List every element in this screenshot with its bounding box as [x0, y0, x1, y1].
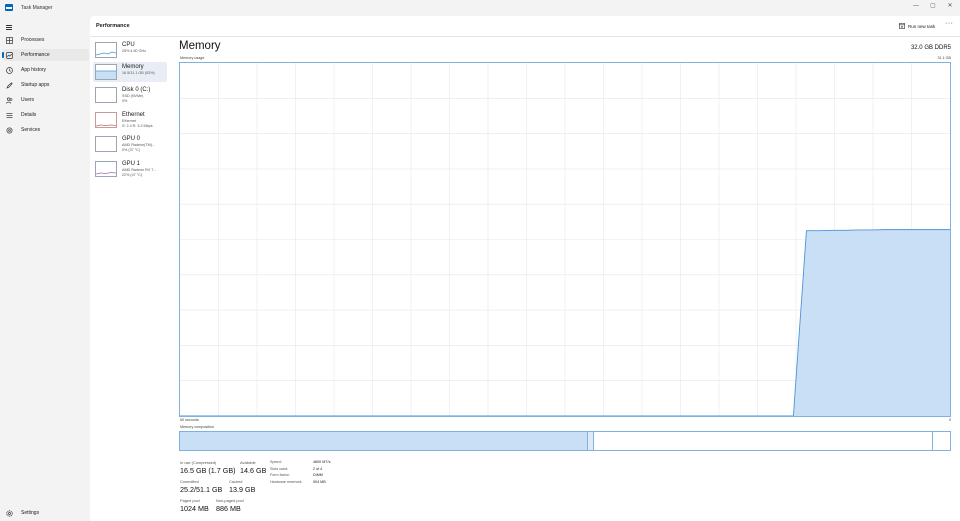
run-task-icon	[899, 23, 905, 29]
memory-composition-label: Memory composition	[180, 425, 215, 429]
committed-value: 25.2/51.1 GB	[180, 485, 223, 494]
device-detail: SSD (NVMe)	[122, 94, 144, 98]
device-detail: 0% (37 °C)	[122, 148, 141, 152]
close-button[interactable]: ✕	[942, 0, 958, 12]
memory-title: Memory	[179, 40, 221, 52]
non-paged-pool-label: Non-paged pool	[216, 498, 244, 503]
hardware-reserved-value: 904 MB	[313, 479, 326, 484]
sidebar-nav: Processes Performance App history Startu…	[0, 16, 90, 521]
performance-panel: Performance Run new task ··· CPU 25% 4.5…	[90, 16, 960, 521]
title-bar: Task Manager — ▢ ✕	[0, 0, 960, 16]
sidebar-item-performance[interactable]: Performance	[2, 49, 89, 61]
header-divider	[90, 36, 960, 37]
device-name: Memory	[122, 64, 144, 70]
speed-value: 4800 MT/s	[313, 460, 331, 464]
maximize-button[interactable]: ▢	[925, 0, 941, 12]
memory-usage-label: Memory usage	[180, 56, 205, 60]
device-detail: AMD Radeon RX 7...	[122, 168, 157, 172]
device-name: Ethernet	[122, 112, 145, 118]
gear-icon	[6, 509, 13, 517]
paged-pool-value: 1024 MB	[180, 504, 209, 513]
cached-label: Cached	[229, 479, 243, 484]
rocket-icon	[6, 81, 13, 89]
slots-used-label: Slots used:	[270, 466, 289, 471]
run-new-task-button[interactable]: Run new task	[899, 22, 935, 30]
cpu-thumbnail	[95, 42, 117, 58]
device-item-gpu0[interactable]: GPU 0 AMD Radeon(TM)... 0% (37 °C)	[93, 134, 167, 154]
sidebar-item-label: Details	[21, 112, 37, 118]
device-name: Disk 0 (C:)	[122, 87, 151, 93]
more-options-button[interactable]: ···	[945, 20, 954, 27]
gauge-icon	[6, 51, 13, 59]
grid-icon	[6, 36, 13, 44]
in-use-value: 16.5 GB (1.7 GB)	[180, 466, 236, 475]
sidebar-item-label: App history	[21, 67, 47, 73]
sidebar-item-details[interactable]: Details	[3, 109, 89, 121]
time-axis-start-label: 60 seconds	[180, 418, 199, 422]
form-factor-value: DIMM	[313, 473, 323, 477]
device-item-cpu[interactable]: CPU 25% 4.50 GHz	[93, 40, 167, 60]
disk-thumbnail	[95, 87, 117, 103]
composition-in-use-segment	[180, 432, 589, 450]
sidebar-item-label: Startup apps	[21, 82, 50, 88]
sidebar-item-label: Performance	[21, 52, 50, 58]
memory-usage-plot	[180, 63, 950, 416]
memory-total: 32.0 GB DDR5	[910, 45, 951, 51]
device-detail: 0%	[122, 99, 128, 103]
run-new-task-label: Run new task	[908, 23, 936, 29]
memory-usage-graph	[179, 62, 951, 417]
device-detail: S: 2.4 R: 3.2 Mbps	[122, 124, 153, 128]
available-label: Available	[240, 460, 256, 465]
device-detail: 16.5/31.1 GB (53%)	[122, 71, 155, 75]
device-detail: Ethernet	[122, 119, 136, 123]
gpu0-thumbnail	[95, 136, 117, 152]
sidebar-item-settings[interactable]: Settings	[3, 507, 89, 519]
ethernet-thumbnail	[95, 112, 117, 128]
committed-label: Committed	[180, 479, 199, 484]
sidebar-item-app-history[interactable]: App history	[3, 64, 89, 76]
window-title: Task Manager	[21, 5, 53, 11]
sidebar-item-users[interactable]: Users	[3, 94, 89, 106]
page-title: Performance	[96, 23, 130, 29]
hardware-reserved-label: Hardware reserved:	[270, 479, 303, 484]
device-item-gpu1[interactable]: GPU 1 AMD Radeon RX 7... 22% (47 °C)	[93, 159, 167, 179]
sidebar-item-startup-apps[interactable]: Startup apps	[3, 79, 89, 91]
hamburger-menu-icon[interactable]	[6, 25, 12, 30]
device-item-ethernet[interactable]: Ethernet Ethernet S: 2.4 R: 3.2 Mbps	[93, 110, 167, 130]
device-detail: 22% (47 °C)	[122, 173, 143, 177]
minimize-button[interactable]: —	[908, 0, 924, 12]
memory-composition-bar	[179, 431, 951, 451]
composition-standby-segment	[594, 432, 934, 450]
services-icon	[6, 127, 13, 133]
cached-value: 13.9 GB	[229, 485, 256, 494]
in-use-label: In use (Compressed)	[180, 460, 217, 465]
device-name: GPU 0	[122, 136, 141, 142]
time-axis-end-label: 0	[948, 418, 951, 422]
list-icon	[6, 112, 13, 118]
speed-label: Speed:	[270, 460, 282, 464]
sidebar-item-label: Services	[21, 127, 41, 133]
memory-thumbnail	[95, 64, 117, 80]
memory-max-label: 31.1 GB	[937, 56, 951, 60]
history-icon	[6, 66, 13, 74]
sidebar-item-label: Settings	[21, 510, 40, 516]
device-name: CPU	[122, 42, 135, 48]
gpu1-thumbnail	[95, 161, 117, 177]
sidebar-item-label: Users	[21, 97, 35, 103]
device-item-disk[interactable]: Disk 0 (C:) SSD (NVMe) 0%	[93, 85, 167, 105]
sidebar-item-label: Processes	[21, 37, 45, 43]
form-factor-label: Form factor:	[270, 473, 290, 477]
available-value: 14.6 GB	[240, 466, 267, 475]
users-icon	[6, 97, 13, 104]
non-paged-pool-value: 886 MB	[216, 504, 241, 513]
slots-used-value: 2 of 4	[313, 466, 323, 471]
paged-pool-label: Paged pool	[180, 498, 200, 503]
sidebar-item-services[interactable]: Services	[3, 124, 89, 136]
sidebar-item-processes[interactable]: Processes	[3, 34, 89, 46]
device-detail: 25% 4.50 GHz	[122, 49, 146, 53]
device-name: GPU 1	[122, 161, 141, 167]
task-manager-icon	[5, 4, 13, 11]
device-detail: AMD Radeon(TM)...	[122, 143, 155, 147]
device-item-memory[interactable]: Memory 16.5/31.1 GB (53%)	[93, 62, 167, 82]
